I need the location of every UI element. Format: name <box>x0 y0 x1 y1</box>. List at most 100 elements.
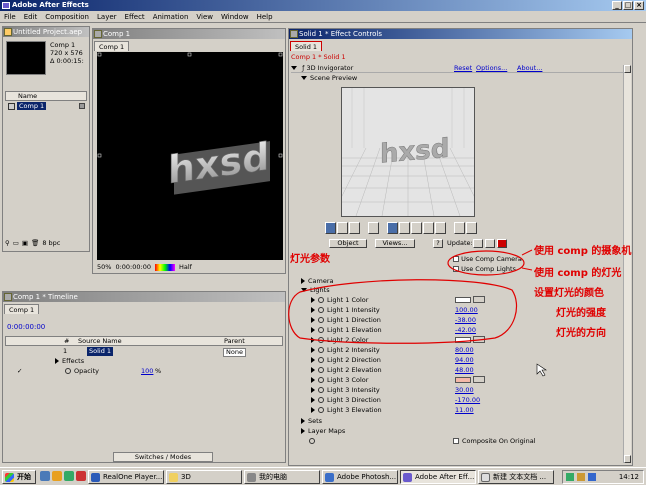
menu-composition[interactable]: Composition <box>45 13 89 21</box>
use-comp-lights-row[interactable]: Use Comp Lights <box>453 265 516 273</box>
use-comp-camera-checkbox[interactable] <box>453 256 459 262</box>
menu-layer[interactable]: Layer <box>97 13 117 21</box>
light-property-row[interactable]: Light 2 Intensity 80.00 <box>311 345 611 355</box>
help-button[interactable]: ? <box>433 239 443 248</box>
light-property-value[interactable]: 11.00 <box>455 405 474 415</box>
layer-maps-group[interactable]: Layer Maps <box>301 427 345 435</box>
maximize-button[interactable]: □ <box>623 1 633 10</box>
pan-icon[interactable] <box>422 222 435 234</box>
find-icon[interactable]: ⚲ <box>5 239 10 247</box>
media-icon[interactable] <box>76 471 86 481</box>
collapse-scene-preview-icon[interactable] <box>301 76 307 80</box>
taskbar-item-notepad[interactable]: 新建 文本文档 ... <box>478 470 554 484</box>
eyedropper-icon[interactable] <box>473 336 485 343</box>
effect-controls-tab[interactable]: Solid 1 <box>290 41 323 51</box>
light-property-row[interactable]: Light 2 Direction 94.00 <box>311 355 611 365</box>
expand-effects-icon[interactable] <box>55 358 59 364</box>
light-property-value[interactable]: -42.00 <box>455 325 476 335</box>
timeline-tab[interactable]: Comp 1 <box>4 304 40 314</box>
collapse-lights-icon[interactable] <box>301 288 307 292</box>
bpc-label[interactable]: 8 bpc <box>42 239 60 247</box>
stopwatch-icon[interactable] <box>318 337 324 343</box>
switches-modes-toggle[interactable]: Switches / Modes <box>113 452 213 462</box>
expand-property-icon[interactable] <box>311 387 315 393</box>
scene-preview-viewport[interactable]: hxsd <box>331 87 485 217</box>
expand-property-icon[interactable] <box>311 317 315 323</box>
stopwatch-icon[interactable] <box>318 297 324 303</box>
expand-property-icon[interactable] <box>311 297 315 303</box>
expand-property-icon[interactable] <box>311 347 315 353</box>
options-link[interactable]: Options... <box>476 63 507 73</box>
stopwatch-icon[interactable] <box>318 377 324 383</box>
expand-property-icon[interactable] <box>311 367 315 373</box>
object-dropdown[interactable]: Object <box>329 239 367 248</box>
camera-mode-icon[interactable] <box>349 222 361 234</box>
rotate-icon[interactable] <box>398 222 410 234</box>
expand-layer-maps-icon[interactable] <box>301 428 305 434</box>
light-property-value[interactable]: 48.00 <box>455 365 474 375</box>
timecode-display[interactable]: 0:00:00:00 <box>115 262 151 272</box>
desktop-icon[interactable] <box>64 471 74 481</box>
scene-preview-label[interactable]: Scene Preview <box>301 74 357 82</box>
outlook-icon[interactable] <box>52 471 62 481</box>
expand-property-icon[interactable] <box>311 357 315 363</box>
expand-property-icon[interactable] <box>311 327 315 333</box>
menu-help[interactable]: Help <box>257 13 273 21</box>
stopwatch-icon[interactable] <box>318 357 324 363</box>
visibility-check-icon[interactable]: ✓ <box>17 367 22 375</box>
expand-property-icon[interactable] <box>311 307 315 313</box>
menu-window[interactable]: Window <box>221 13 249 21</box>
light-property-value[interactable]: 30.00 <box>455 385 474 395</box>
stopwatch-icon[interactable] <box>318 387 324 393</box>
light-mode-icon[interactable] <box>337 222 349 234</box>
menu-animation[interactable]: Animation <box>153 13 189 21</box>
views-dropdown[interactable]: Views... <box>375 239 415 248</box>
expand-property-icon[interactable] <box>311 377 315 383</box>
stopwatch-icon[interactable] <box>318 317 324 323</box>
channel-icons[interactable] <box>154 264 175 271</box>
ec-scrollbar[interactable] <box>623 65 631 463</box>
sphere-icon[interactable] <box>367 222 380 234</box>
taskbar-item-my-computer[interactable]: 我的电脑 <box>244 470 320 484</box>
layer-name[interactable]: Solid 1 <box>87 347 114 356</box>
zoom-icon[interactable] <box>465 222 477 234</box>
eyedropper-icon[interactable] <box>473 296 485 303</box>
update-image-icon[interactable] <box>473 239 483 248</box>
zoom-dropdown[interactable]: 50% <box>97 262 111 272</box>
light-color-swatch[interactable] <box>455 377 471 383</box>
stopwatch-icon[interactable] <box>65 368 71 374</box>
light-color-swatch[interactable] <box>455 337 471 343</box>
comp-tab[interactable]: Comp 1 <box>94 41 130 51</box>
stopwatch-icon[interactable] <box>318 407 324 413</box>
camera-group[interactable]: Camera <box>301 277 334 285</box>
trash-icon[interactable]: 🗑 <box>31 239 39 247</box>
light-property-value[interactable]: -170.00 <box>455 395 480 405</box>
composite-on-original-checkbox[interactable] <box>453 438 459 444</box>
light-property-row[interactable]: Light 2 Elevation 48.00 <box>311 365 611 375</box>
object-mode-icon[interactable] <box>325 222 337 234</box>
orbit-icon[interactable] <box>410 222 422 234</box>
composite-stopwatch-icon[interactable] <box>309 438 315 444</box>
project-item-comp1[interactable]: Comp 1 <box>5 102 87 111</box>
eyedropper-icon[interactable] <box>473 376 485 383</box>
stopwatch-icon[interactable] <box>318 307 324 313</box>
taskbar-item-3d[interactable]: 3D <box>166 470 242 484</box>
taskbar-item-after-effects[interactable]: Adobe After Eff... <box>400 470 476 484</box>
about-link[interactable]: About... <box>517 63 542 73</box>
timeline-layer-row[interactable]: 1 Solid 1 None <box>5 347 283 357</box>
light-property-row[interactable]: Light 3 Color <box>311 375 611 385</box>
lights-group[interactable]: Lights <box>301 286 330 294</box>
collapse-effect-icon[interactable] <box>291 66 297 70</box>
sets-group[interactable]: Sets <box>301 417 322 425</box>
fx-icon[interactable]: ƒ <box>302 64 304 72</box>
ie-icon[interactable] <box>40 471 50 481</box>
stopwatch-icon[interactable] <box>318 327 324 333</box>
expand-camera-icon[interactable] <box>301 278 305 284</box>
minimize-button[interactable]: _ <box>612 1 622 10</box>
composite-on-original-row[interactable]: Composite On Original <box>309 437 629 445</box>
stopwatch-icon[interactable] <box>318 347 324 353</box>
update-wire-icon[interactable] <box>485 239 495 248</box>
menu-file[interactable]: File <box>4 13 16 21</box>
folder-icon[interactable]: ▭ <box>13 239 19 247</box>
light-property-row[interactable]: Light 3 Direction -170.00 <box>311 395 611 405</box>
